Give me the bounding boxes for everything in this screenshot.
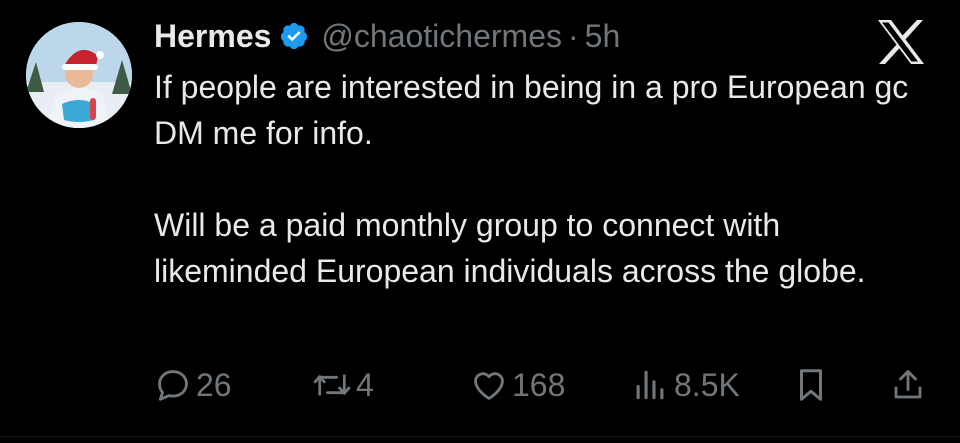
views-button[interactable]: 8.5K — [630, 360, 740, 410]
tweet-paragraph: If people are interested in being in a p… — [154, 69, 909, 151]
retweet-icon — [313, 374, 351, 396]
bookmark-icon — [799, 369, 823, 401]
like-button[interactable]: 168 — [470, 360, 565, 410]
verified-badge-icon — [279, 21, 309, 51]
tweet-paragraph: Will be a paid monthly group to connect … — [154, 207, 866, 289]
retweet-button[interactable]: 4 — [312, 360, 374, 410]
heart-icon — [474, 372, 504, 400]
avatar[interactable] — [26, 22, 132, 128]
share-button[interactable] — [890, 360, 926, 410]
bookmark-button[interactable] — [794, 360, 828, 410]
reply-icon — [158, 370, 188, 401]
tweet-actions: 26 4 168 8.5K — [154, 360, 934, 410]
like-count: 168 — [512, 366, 566, 403]
tweet-header: Hermes @chaotichermes · 5h — [154, 14, 620, 58]
reply-count: 26 — [196, 366, 232, 403]
header-separator: · — [567, 17, 579, 54]
divider — [0, 436, 960, 437]
reply-button[interactable]: 26 — [154, 360, 232, 410]
x-logo-icon — [876, 18, 926, 66]
views-count: 8.5K — [674, 366, 740, 403]
author-handle[interactable]: @chaotichermes — [321, 18, 562, 55]
author-name[interactable]: Hermes — [154, 18, 271, 55]
share-icon — [894, 370, 922, 399]
avatar-photo — [26, 22, 132, 128]
tweet-timestamp[interactable]: 5h — [585, 18, 621, 55]
retweet-count: 4 — [356, 366, 374, 403]
views-icon — [636, 370, 664, 400]
tweet-text: If people are interested in being in a p… — [154, 64, 934, 294]
